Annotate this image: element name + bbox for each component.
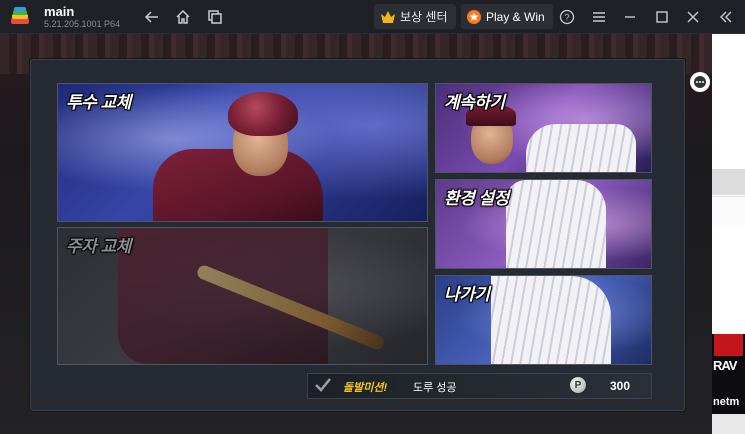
maximize-icon[interactable] [652, 7, 672, 27]
play-win-icon [467, 9, 481, 24]
exit-label: 나가기 [444, 285, 490, 304]
play-and-win-button[interactable]: Play & Win [461, 4, 553, 29]
surprise-mission-bar: 돌발미션! 도루 성공 P 300 [307, 373, 652, 399]
exit-button[interactable]: 나가기 [435, 275, 652, 365]
settings-button[interactable]: 환경 설정 [435, 179, 652, 269]
menu-icon[interactable] [589, 7, 609, 27]
crown-icon [381, 10, 395, 23]
pitcher-change-button[interactable]: 투수 교체 [57, 83, 428, 222]
mission-title: 돌발미션! [343, 382, 388, 394]
point-coin-icon: P [570, 377, 586, 393]
bluestacks-logo-icon [11, 7, 29, 24]
app-version: 5.21.205.1001 P64 [44, 19, 121, 29]
close-icon[interactable] [683, 7, 703, 27]
mission-description: 도루 성공 [413, 382, 457, 394]
check-icon [315, 378, 331, 392]
emulator-titlebar: main 5.21.205.1001 P64 보상 센터 Play & Win … [0, 0, 745, 34]
minimize-icon[interactable] [620, 7, 640, 27]
play-and-win-label: Play & Win [486, 9, 545, 24]
runner-change-button[interactable]: 주자 교체 [57, 227, 428, 365]
back-icon[interactable] [142, 7, 162, 27]
side-panel [712, 34, 745, 334]
reward-center-button[interactable]: 보상 센터 [374, 4, 456, 29]
ad-brand-top: RAV [713, 358, 738, 373]
app-name: main [44, 4, 75, 19]
svg-text:?: ? [564, 13, 569, 23]
continue-label: 계속하기 [444, 93, 505, 112]
help-icon[interactable]: ? [557, 7, 577, 27]
batting-helmet-art [228, 92, 298, 136]
collapse-icon[interactable] [716, 7, 736, 27]
ad-brand-bottom: netm [713, 396, 740, 408]
runner-change-label: 주자 교체 [66, 237, 131, 256]
windows-icon[interactable] [205, 7, 225, 27]
mission-reward-value: 300 [610, 379, 631, 393]
reward-center-label: 보상 센터 [400, 10, 448, 24]
home-icon[interactable] [173, 7, 193, 27]
settings-label: 환경 설정 [444, 189, 509, 208]
advertisement[interactable]: RAV netm [712, 334, 745, 434]
continue-button[interactable]: 계속하기 [435, 83, 652, 173]
pitcher-change-label: 투수 교체 [66, 93, 131, 112]
chat-icon[interactable] [690, 72, 710, 92]
